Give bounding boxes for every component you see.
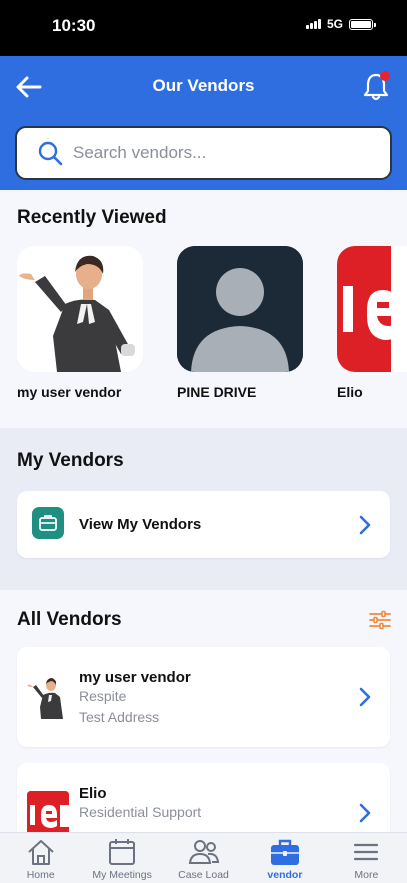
status-indicators: 5G [306,17,376,31]
vendor-image [27,675,69,719]
tab-vendor[interactable]: vendor [244,833,325,883]
calendar-icon [109,839,136,865]
vendor-name: Elio [79,785,107,802]
tab-more[interactable]: More [326,833,407,883]
chevron-right-icon [359,515,371,535]
vendor-logo-image [27,791,69,832]
recently-viewed-section: Recently Viewed my user vendor PINE DRIV… [0,190,407,428]
view-my-vendors-button[interactable]: View My Vendors [17,491,390,558]
page-title: Our Vendors [152,76,255,95]
all-vendors-title: All Vendors [17,609,122,630]
vendor-logo-image [337,246,407,372]
recent-vendor-name: Elio [337,384,363,400]
vendor-list-item[interactable]: my user vendor Respite Test Address [17,647,390,747]
search-input[interactable] [73,138,373,168]
vendor-type: Residential Support [79,804,202,820]
recent-vendor-name: PINE DRIVE [177,384,257,400]
all-vendors-section: All Vendors my user vendor Respite Test … [0,590,407,832]
tab-label: vendor [267,869,303,881]
tab-home[interactable]: Home [0,833,81,883]
app-header: Our Vendors [0,56,407,190]
tab-label: Home [26,869,55,881]
filter-icon[interactable] [369,610,391,630]
status-bar: 10:30 5G [0,0,407,56]
signal-icon [306,19,321,29]
tab-label: My Meetings [92,869,152,881]
vendor-image [17,246,143,372]
briefcase-icon [32,507,64,539]
recent-vendor-name: my user vendor [17,384,122,400]
status-time: 10:30 [52,16,96,35]
vendor-list-item[interactable]: Elio Residential Support [17,763,390,832]
recent-vendor-card[interactable]: Elio [337,246,407,400]
view-my-vendors-label: View My Vendors [79,516,202,533]
briefcase-icon [270,839,299,865]
default-avatar-icon [177,246,303,372]
my-vendors-section: My Vendors View My Vendors [0,428,407,590]
tab-my-meetings[interactable]: My Meetings [81,833,162,883]
vendor-type: Respite [79,688,127,704]
search-bar [15,126,392,180]
notification-bell-icon[interactable] [361,70,391,102]
chevron-right-icon [359,803,371,823]
tab-label: More [354,869,379,881]
home-icon [28,840,54,865]
people-icon [188,840,219,864]
vendor-address: Test Address [79,709,160,725]
menu-icon [354,843,379,861]
battery-icon [349,18,376,30]
network-label: 5G [326,17,343,31]
recent-vendor-card[interactable]: my user vendor [17,246,143,400]
bottom-tab-bar: Home My Meetings Case Load vendor More [0,832,407,883]
search-icon [38,141,63,166]
tab-case-load[interactable]: Case Load [163,833,244,883]
vendor-name: my user vendor [79,669,191,686]
recent-vendor-card[interactable]: PINE DRIVE [177,246,303,400]
chevron-right-icon [359,687,371,707]
tab-label: Case Load [178,869,229,881]
my-vendors-title: My Vendors [17,450,124,471]
recently-viewed-title: Recently Viewed [17,207,167,228]
